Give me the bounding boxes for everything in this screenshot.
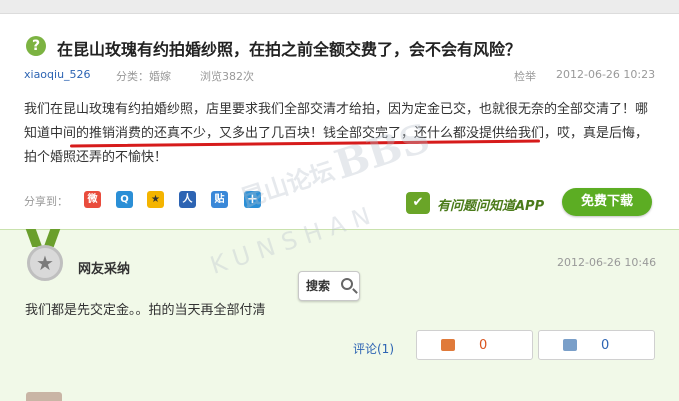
- upvote-button[interactable]: 0: [416, 330, 533, 360]
- report-link[interactable]: 检举: [514, 68, 536, 84]
- app-check-icon[interactable]: ✔: [406, 192, 430, 214]
- comment-link[interactable]: 评论(1): [353, 340, 394, 357]
- search-icon: [341, 278, 353, 290]
- next-answer-avatar: [26, 392, 62, 401]
- downvote-count: 0: [601, 338, 610, 353]
- question-mark-icon: ?: [26, 36, 46, 56]
- search-button-label: 搜索: [306, 279, 331, 293]
- app-promo-text[interactable]: 有问题问知道APP: [437, 195, 544, 214]
- question-body: 我们在昆山玫瑰有约拍婚纱照，店里要求我们全部交清才给拍，因为定金已交，也就很无奈…: [24, 98, 660, 170]
- question-title: 在昆山玫瑰有约拍婚纱照，在拍之前全额交费了，会不会有风险？: [57, 40, 522, 59]
- renren-icon[interactable]: 人: [179, 191, 196, 208]
- answer-body: 我们都是先交定金。。拍的当天再全部付清: [25, 303, 266, 318]
- star-icon[interactable]: ★: [147, 191, 164, 208]
- asker-username[interactable]: xiaoqiu_526: [24, 68, 91, 81]
- adopted-answer-label: 网友采纳: [78, 262, 131, 277]
- upvote-count: 0: [479, 338, 488, 353]
- search-button[interactable]: 搜索: [298, 271, 360, 301]
- downvote-button[interactable]: 0: [538, 330, 655, 360]
- weibo-icon[interactable]: 微: [84, 191, 101, 208]
- plus-icon[interactable]: +: [244, 191, 261, 208]
- top-strip: [0, 0, 679, 14]
- answer-date: 2012-06-26 10:46: [557, 256, 657, 269]
- free-download-button[interactable]: 免费下载: [562, 188, 652, 216]
- question-date: 2012-06-26 10:23: [556, 68, 656, 81]
- question-category[interactable]: 分类：婚嫁: [116, 68, 171, 84]
- share-label: 分享到：: [24, 195, 68, 208]
- adopted-medal-icon: ★: [27, 245, 63, 281]
- thumbs-up-icon: [441, 339, 455, 351]
- thumbs-down-icon: [563, 339, 577, 351]
- view-count: 浏览382次: [200, 70, 254, 83]
- tieba-icon[interactable]: 贴: [211, 191, 228, 208]
- question-body-text: 我们在昆山玫瑰有约拍婚纱照，店里要求我们全部交清才给拍，因为定金已交，也就很无奈…: [24, 102, 649, 165]
- qzone-icon[interactable]: Q: [116, 191, 133, 208]
